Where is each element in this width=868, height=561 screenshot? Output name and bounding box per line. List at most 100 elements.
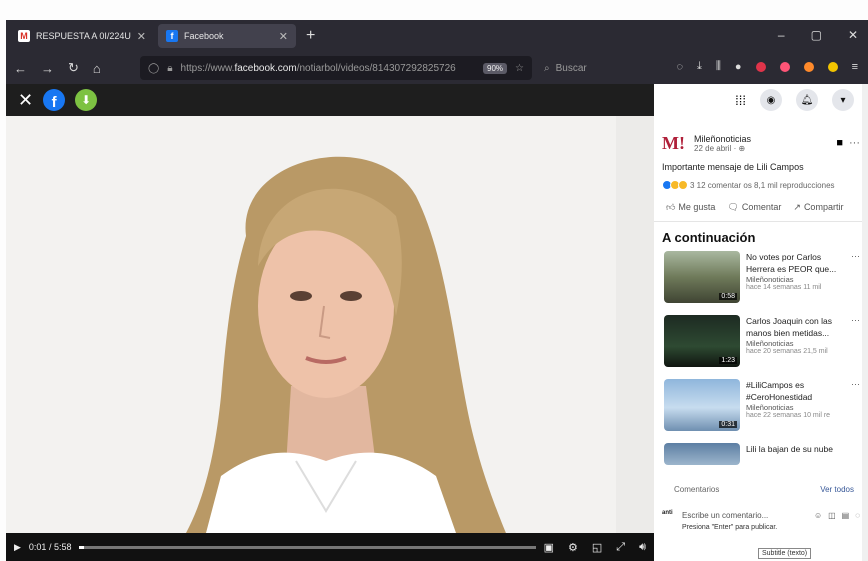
play-icon[interactable]: ▶: [14, 542, 21, 553]
forward-icon[interactable]: →: [41, 61, 54, 76]
video-title[interactable]: No votes por Carlos Herrera es PEOR que.…: [746, 251, 845, 275]
extension-yellow-icon[interactable]: [827, 61, 838, 72]
reactions-icon[interactable]: [662, 180, 688, 190]
account-menu-icon[interactable]: ▾: [832, 89, 854, 111]
post-sidebar: ⁞⁞⁞ ◉ 🔔︎ ▾ M! Mileñonoticias 22 de abril…: [654, 84, 868, 561]
close-video-icon[interactable]: ✕: [18, 90, 33, 111]
video-frame: [6, 116, 654, 533]
video-progress-bar[interactable]: [79, 545, 536, 549]
sticker-icon[interactable]: ◌: [855, 511, 860, 520]
facebook-logo-icon[interactable]: f: [43, 89, 66, 111]
facebook-icon: f: [166, 30, 178, 42]
zoom-badge[interactable]: 90%: [483, 62, 508, 74]
shield-icon[interactable]: ◯: [148, 63, 159, 74]
tab-facebook[interactable]: f Facebook ✕: [158, 24, 296, 48]
browser-chrome: M RESPUESTA A 0I/224U2021 Y A ✕ f Facebo…: [6, 20, 868, 84]
notifications-bell-icon[interactable]: 🔔︎: [796, 89, 818, 111]
bookmark-star-icon[interactable]: ☆: [515, 63, 524, 74]
video-title[interactable]: Carlos Joaquin con las manos bien metida…: [746, 315, 845, 339]
extension-red-icon[interactable]: [755, 61, 766, 72]
share-label: Compartir: [803, 202, 844, 212]
video-more-icon[interactable]: ···: [851, 315, 860, 377]
video-more-icon[interactable]: ···: [851, 379, 860, 441]
video-meta: Lili la bajan de su nube: [746, 443, 860, 465]
apps-grid-icon[interactable]: ⁞⁞⁞: [735, 93, 746, 108]
back-icon[interactable]: ←: [14, 61, 27, 76]
video-channel: Mileñonoticias: [746, 403, 794, 412]
settings-gear-icon[interactable]: ⚙: [568, 541, 578, 554]
list-item[interactable]: 1:23 Carlos Joaquin con las manos bien m…: [664, 315, 860, 377]
comment-icon: 🗨︎: [727, 202, 739, 212]
url-path: /notiarbol/videos/814307292825726: [296, 62, 456, 74]
address-bar[interactable]: ◯ 🔒︎ https://www.facebook.com/notiarbol/…: [140, 56, 532, 80]
minimize-icon[interactable]: –: [778, 28, 785, 42]
tooltip: Subtitle (texto): [758, 548, 812, 559]
avatar: anti: [662, 510, 673, 516]
tab-close-icon[interactable]: ✕: [137, 30, 146, 43]
video-thumbnail[interactable]: 1:23: [664, 315, 740, 367]
share-icon: ↗: [793, 202, 801, 212]
messenger-icon[interactable]: ◉: [760, 89, 782, 111]
video-title[interactable]: Lili la bajan de su nube: [746, 443, 860, 455]
search-icon: ⌕: [544, 62, 550, 74]
fullscreen-icon[interactable]: ⤢: [616, 541, 625, 554]
video-title[interactable]: #LiliCampos es #CeroHonestidad: [746, 379, 845, 403]
video-time: 0:01 / 5:58: [28, 542, 72, 552]
see-all-link[interactable]: Ver todos: [820, 485, 854, 494]
gif-icon[interactable]: ▤: [842, 511, 850, 520]
lock-icon[interactable]: 🔒︎: [167, 63, 172, 74]
pip-icon[interactable]: ◱: [592, 541, 602, 554]
video-thumbnail[interactable]: [664, 443, 740, 465]
scrollbar[interactable]: [862, 84, 868, 561]
list-item[interactable]: Lili la bajan de su nube: [664, 443, 860, 465]
reload-icon[interactable]: ↻: [68, 60, 79, 76]
video-thumbnail[interactable]: 0:31: [664, 379, 740, 431]
stats-text: 3 12 comentar os 8,1 mil reproducciones: [690, 180, 835, 190]
video-stats: hace 20 semanas 21,5 mil: [746, 348, 828, 355]
screenshot-root: M RESPUESTA A 0I/224U2021 Y A ✕ f Facebo…: [0, 0, 868, 561]
share-button[interactable]: ↗ Compartir: [793, 202, 843, 213]
post-date[interactable]: 22 de abril · ⊕: [694, 144, 830, 153]
video-duration: 0:31: [719, 421, 737, 428]
post-more-icon[interactable]: ···: [849, 137, 860, 149]
video-stats: hace 14 semanas 11 mil: [746, 284, 822, 291]
video-thumbnail[interactable]: 0:58: [664, 251, 740, 303]
download-icon[interactable]: ⤓: [697, 60, 702, 73]
like-icon: 👍︎: [666, 202, 676, 212]
list-item[interactable]: 0:58 No votes por Carlos Herrera es PEOR…: [664, 251, 860, 313]
comment-button[interactable]: 🗨︎ Comentar: [727, 202, 781, 213]
menu-icon[interactable]: ≡: [852, 61, 858, 73]
pocket-icon[interactable]: ◌: [676, 61, 683, 73]
page-name[interactable]: Mileñonoticias: [694, 134, 830, 144]
home-icon[interactable]: ⌂: [93, 61, 101, 76]
video-more-icon[interactable]: ···: [851, 251, 860, 313]
like-label: Me gusta: [678, 202, 716, 212]
video-stats: hace 22 semanas 10 mil re: [746, 412, 831, 419]
tab-close-icon[interactable]: ✕: [279, 30, 288, 43]
camera-icon[interactable]: ◫: [828, 511, 836, 520]
extension-dark-icon[interactable]: ●: [735, 61, 742, 73]
comment-input[interactable]: Escribe un comentario...: [682, 511, 808, 520]
save-post-icon[interactable]: ■: [836, 137, 843, 149]
video-channel: Mileñonoticias: [746, 275, 794, 284]
page-logo-icon[interactable]: M!: [662, 130, 688, 156]
search-bar[interactable]: ⌕ Buscar: [538, 56, 688, 80]
like-button[interactable]: 👍︎ Me gusta: [666, 202, 715, 213]
page-info: Mileñonoticias 22 de abril · ⊕: [694, 134, 830, 153]
volume-icon[interactable]: 🔊︎: [639, 541, 646, 554]
new-tab-icon[interactable]: +: [306, 27, 315, 45]
emoji-icon[interactable]: ☺: [814, 511, 822, 520]
url-prefix: https://www.: [180, 62, 235, 74]
close-window-icon[interactable]: ✕: [848, 28, 858, 42]
extension-orange-icon[interactable]: [803, 61, 814, 72]
video-meta: #LiliCampos es #CeroHonestidad Mileñonot…: [746, 379, 845, 441]
tab-label: RESPUESTA A 0I/224U2021 Y A: [36, 31, 131, 41]
list-item[interactable]: 0:31 #LiliCampos es #CeroHonestidad Mile…: [664, 379, 860, 441]
library-icon[interactable]: ⫼: [716, 60, 721, 73]
maximize-icon[interactable]: ▢: [811, 28, 822, 42]
download-video-icon[interactable]: ⬇: [75, 89, 98, 111]
captions-icon[interactable]: ▣: [544, 541, 554, 554]
extension-pink-icon[interactable]: [779, 61, 790, 72]
tab-gmail[interactable]: M RESPUESTA A 0I/224U2021 Y A ✕: [10, 24, 154, 48]
video-player[interactable]: ✕ f ⬇ ▶ 0:01 / 5:58 ▣ ⚙ ◱ ⤢ 🔊︎: [6, 84, 654, 561]
